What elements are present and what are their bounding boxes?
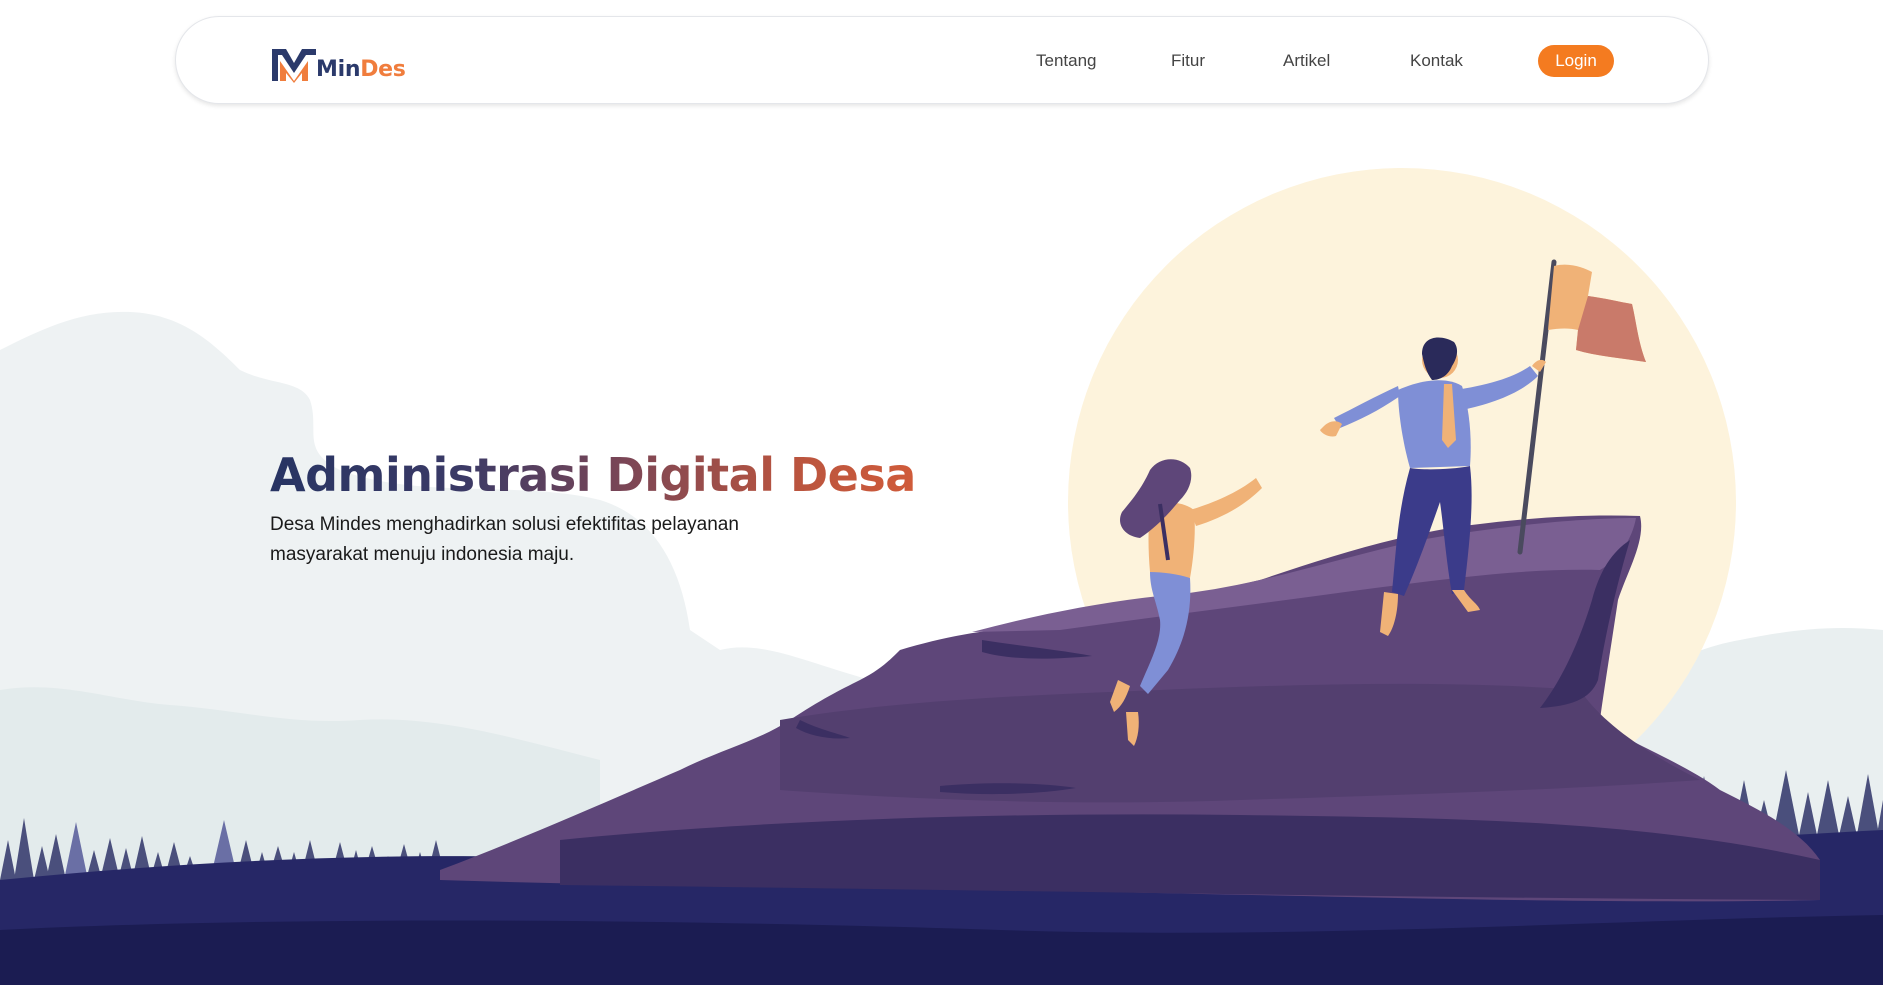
nav-link-tentang[interactable]: Tentang [1036, 51, 1097, 71]
hero-title-part1: Administrasi [270, 448, 591, 502]
nav-link-fitur[interactable]: Fitur [1171, 51, 1205, 71]
hero-title-part2: Digital Desa [606, 448, 916, 502]
navbar: MinDes Tentang Fitur Artikel Kontak Logi… [175, 16, 1709, 104]
login-button[interactable]: Login [1538, 45, 1614, 77]
hero-title: Administrasi Digital Desa [270, 448, 916, 502]
nav-link-kontak[interactable]: Kontak [1410, 51, 1463, 71]
landing-page: MinDes Tentang Fitur Artikel Kontak Logi… [0, 0, 1883, 985]
nav-links: Tentang Fitur Artikel Kontak [176, 17, 1708, 105]
hero-description: Desa Mindes menghadirkan solusi efektifi… [270, 514, 739, 565]
nav-link-artikel[interactable]: Artikel [1283, 51, 1330, 71]
